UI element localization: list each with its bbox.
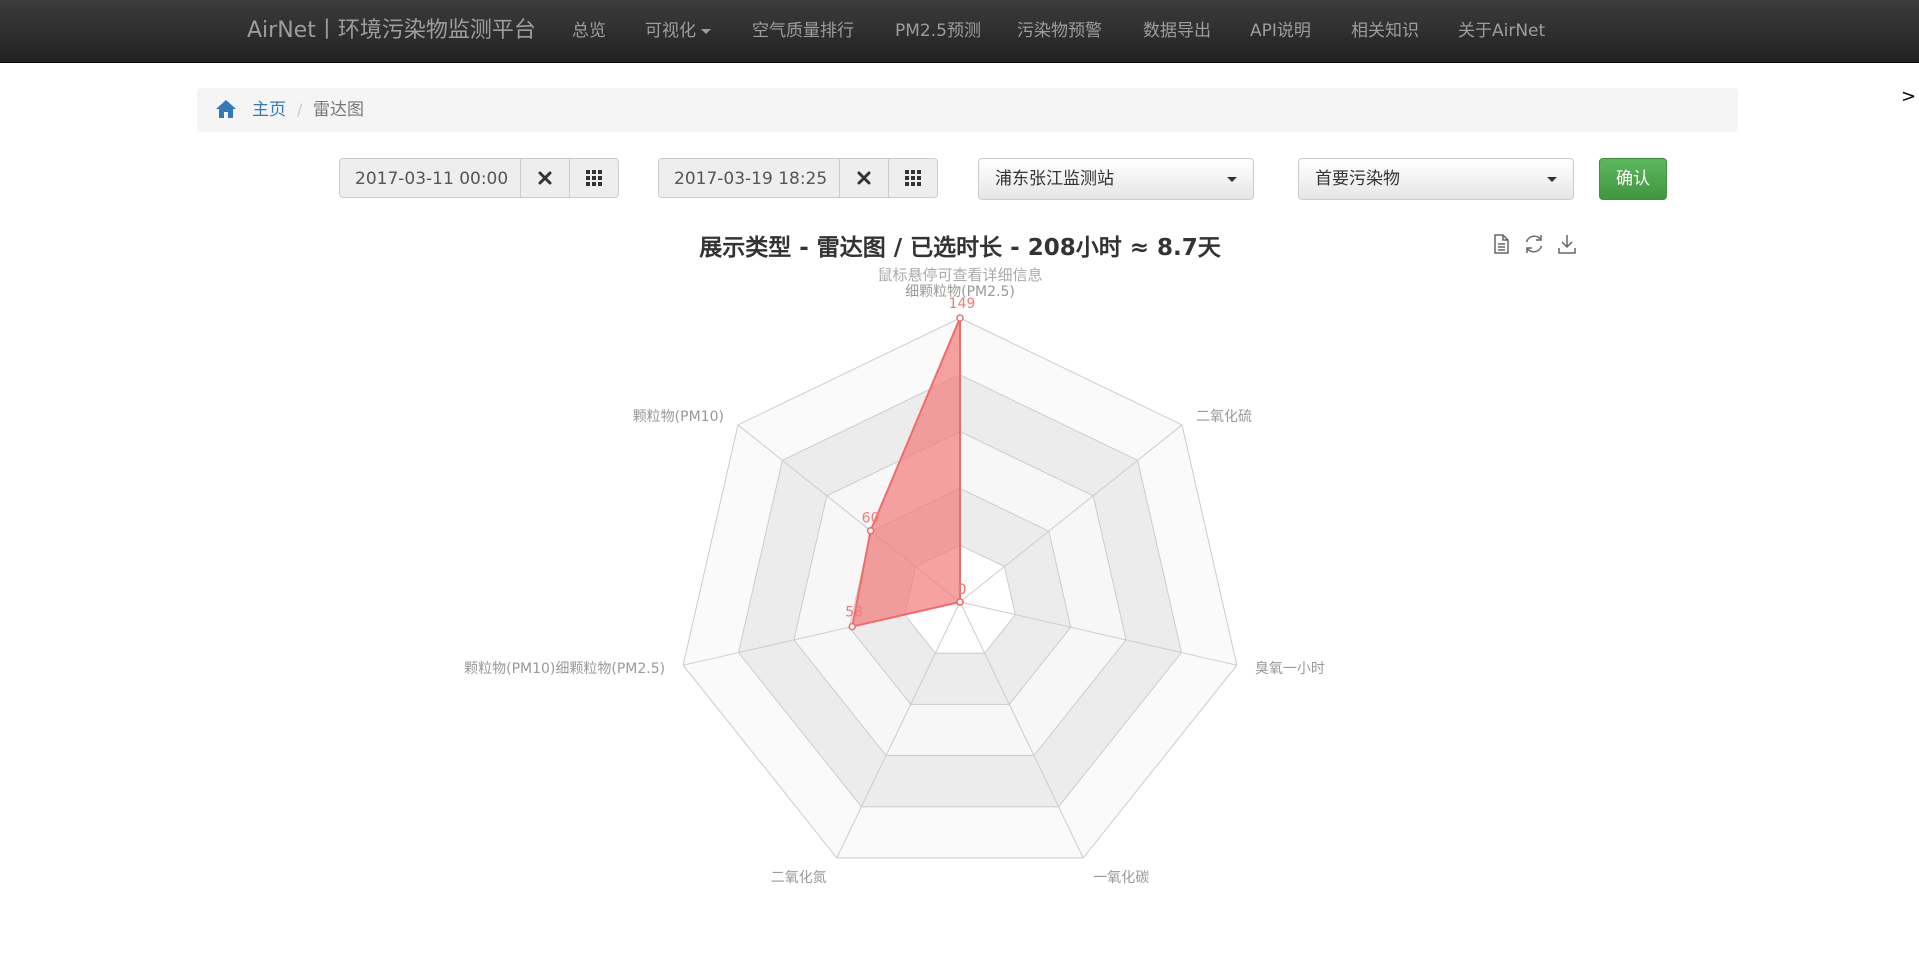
radar-value-label: 58 [845,605,863,621]
radar-indicator-label: 二氧化氮 [771,870,827,886]
radar-value-label: 0 [958,582,967,598]
radar-value-label: 60 [862,511,880,527]
radar-indicator-label: 臭氧一小时 [1255,661,1325,677]
radar-indicator-label: 二氧化硫 [1196,409,1252,425]
radar-data-point[interactable] [956,314,964,322]
radar-data-point[interactable] [956,598,964,606]
radar-indicator-label: 颗粒物(PM10) [633,409,724,425]
radar-data-point[interactable] [866,526,875,535]
radar-indicator-label: 一氧化碳 [1093,870,1149,886]
radar-value-label: 149 [949,296,976,312]
radar-data-point[interactable] [848,622,856,631]
radar-indicator-label: 颗粒物(PM10)细颗粒物(PM2.5) [464,661,665,677]
radar-chart: 细颗粒物(PM2.5)二氧化硫臭氧一小时一氧化碳二氧化氮颗粒物(PM10)细颗粒… [464,284,1325,886]
